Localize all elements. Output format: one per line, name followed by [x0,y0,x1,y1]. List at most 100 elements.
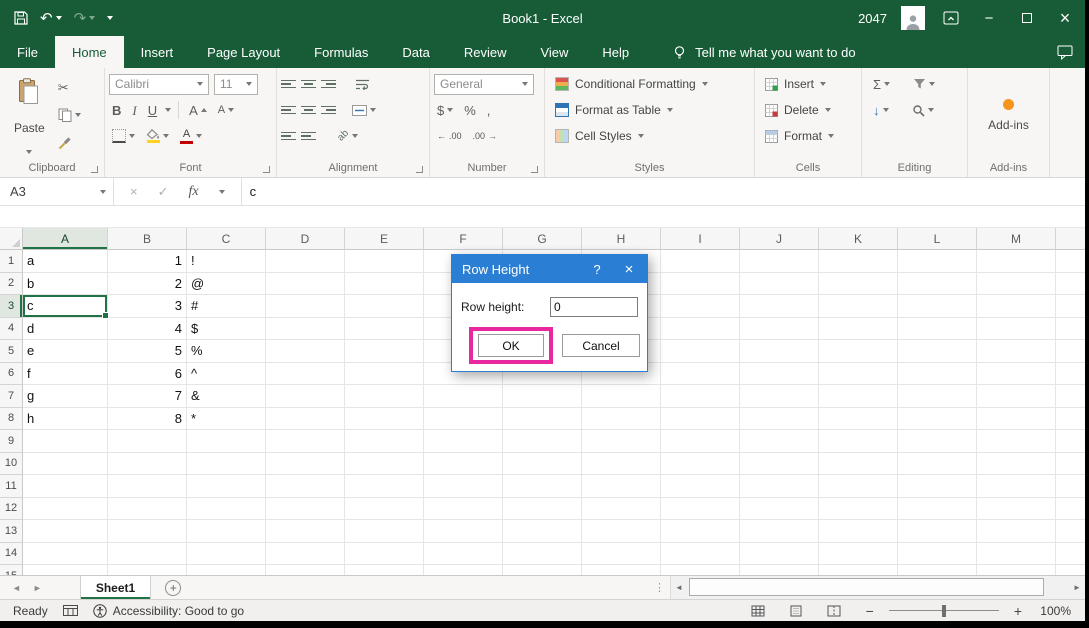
cell-B3[interactable]: 3 [108,295,187,318]
scrollbar-track[interactable] [687,576,1069,599]
cell-A14[interactable] [23,543,108,566]
cell-A11[interactable] [23,475,108,498]
column-header-K[interactable]: K [819,228,898,250]
cell-D4[interactable] [266,318,345,341]
cell-I7[interactable] [661,385,740,408]
cell-J5[interactable] [740,340,819,363]
column-header-E[interactable]: E [345,228,424,250]
cell-M7[interactable] [977,385,1056,408]
cell-C4[interactable]: $ [187,318,266,341]
column-header-J[interactable]: J [740,228,819,250]
column-header-H[interactable]: H [582,228,661,250]
cell-K1[interactable] [819,250,898,273]
decrease-font-size-button[interactable]: A [215,99,237,121]
cell-I12[interactable] [661,498,740,521]
cell-E7[interactable] [345,385,424,408]
cell-C3[interactable]: # [187,295,266,318]
comments-button[interactable] [1057,45,1073,60]
chevron-down-icon[interactable] [100,190,106,194]
cell-C6[interactable]: ^ [187,363,266,386]
zoom-out-button[interactable]: − [866,603,874,619]
font-color-button[interactable]: A [177,125,205,147]
format-painter-button[interactable] [55,132,84,154]
cell-B12[interactable] [108,498,187,521]
cell-C14[interactable] [187,543,266,566]
ok-button[interactable]: OK [478,334,544,357]
cell-B2[interactable]: 2 [108,273,187,296]
scroll-left-icon[interactable]: ◄ [671,583,687,592]
cell-K14[interactable] [819,543,898,566]
cell-G11[interactable] [503,475,582,498]
cell-J8[interactable] [740,408,819,431]
cell-E14[interactable] [345,543,424,566]
cell-G15[interactable] [503,565,582,575]
tab-help[interactable]: Help [585,36,646,68]
cut-button[interactable]: ✂ [55,76,84,98]
row-header-11[interactable]: 11 [0,475,23,498]
cell-styles-button[interactable]: Cell Styles [555,123,750,149]
cell-K8[interactable] [819,408,898,431]
cell-M10[interactable] [977,453,1056,476]
cell-L14[interactable] [898,543,977,566]
cell-E11[interactable] [345,475,424,498]
row-header-10[interactable]: 10 [0,453,23,476]
column-header-A[interactable]: A [23,228,108,250]
format-cells-button[interactable]: Format [765,123,857,149]
cell-E12[interactable] [345,498,424,521]
font-dialog-launcher-icon[interactable] [263,166,270,173]
merge-center-button[interactable] [349,99,379,121]
chevron-down-icon[interactable] [246,82,252,86]
cell-B11[interactable] [108,475,187,498]
cell-B5[interactable]: 5 [108,340,187,363]
cancel-button[interactable]: Cancel [562,334,640,357]
cell-E1[interactable] [345,250,424,273]
cell-C2[interactable]: @ [187,273,266,296]
cell-A10[interactable] [23,453,108,476]
cell-G13[interactable] [503,520,582,543]
accessibility-status[interactable]: Accessibility: Good to go [93,604,244,618]
cell-I6[interactable] [661,363,740,386]
cell-I13[interactable] [661,520,740,543]
cell-H11[interactable] [582,475,661,498]
cell-A12[interactable] [23,498,108,521]
cell-D8[interactable] [266,408,345,431]
autosum-button[interactable]: Σ [870,73,893,95]
tab-insert[interactable]: Insert [124,36,191,68]
cell-B6[interactable]: 6 [108,363,187,386]
column-header-B[interactable]: B [108,228,187,250]
page-break-view-button[interactable] [827,605,841,617]
cell-D5[interactable] [266,340,345,363]
row-header-6[interactable]: 6 [0,363,23,386]
cell-A2[interactable]: b [23,273,108,296]
redo-button[interactable]: ↷ [74,11,96,26]
cell-J2[interactable] [740,273,819,296]
cell-I2[interactable] [661,273,740,296]
row-header-14[interactable]: 14 [0,543,23,566]
sheet-nav-left-icon[interactable]: ◄ [12,583,21,593]
name-box[interactable]: A3 [0,178,113,205]
clipboard-dialog-launcher-icon[interactable] [91,166,98,173]
cell-D15[interactable] [266,565,345,575]
column-header-C[interactable]: C [187,228,266,250]
cell-L9[interactable] [898,430,977,453]
cell-F13[interactable] [424,520,503,543]
cell-H14[interactable] [582,543,661,566]
addins-button[interactable]: Add-ins [972,71,1045,159]
cell-E6[interactable] [345,363,424,386]
cell-D10[interactable] [266,453,345,476]
avatar[interactable] [901,6,925,30]
underline-dropdown-icon[interactable] [165,108,171,112]
cell-J6[interactable] [740,363,819,386]
cell-M5[interactable] [977,340,1056,363]
column-header-G[interactable]: G [503,228,582,250]
comma-style-button[interactable]: , [484,99,494,121]
cell-A4[interactable]: d [23,318,108,341]
sheet-nav-right-icon[interactable]: ► [33,583,42,593]
cell-G8[interactable] [503,408,582,431]
row-header-12[interactable]: 12 [0,498,23,521]
customize-quick-access-button[interactable] [107,16,113,20]
cell-F9[interactable] [424,430,503,453]
cell-K11[interactable] [819,475,898,498]
cell-B1[interactable]: 1 [108,250,187,273]
cell-C7[interactable]: & [187,385,266,408]
